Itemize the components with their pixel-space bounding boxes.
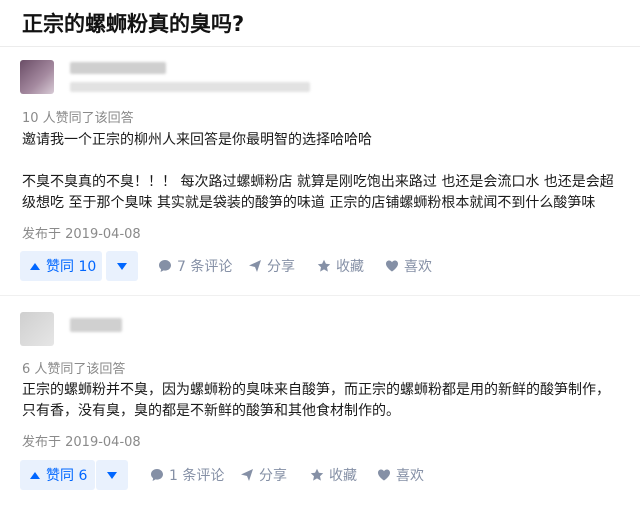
favorite-button[interactable]: 收藏	[310, 460, 357, 490]
upvote-label: 赞同 10	[46, 259, 97, 275]
title-divider	[0, 46, 640, 47]
downvote-arrow-icon	[117, 262, 127, 270]
comment-button[interactable]: 1 条评论	[150, 460, 224, 490]
downvote-button[interactable]	[106, 251, 138, 281]
publish-date[interactable]: 发布于 2019-04-08	[22, 223, 141, 242]
star-icon	[310, 468, 324, 481]
upvote-button[interactable]: 赞同 6	[20, 460, 95, 490]
comment-count: 1 条评论	[169, 468, 225, 484]
question-title[interactable]: 正宗的螺蛳粉真的臭吗?	[22, 8, 244, 38]
star-icon	[317, 259, 331, 272]
share-button[interactable]: 分享	[248, 251, 295, 281]
upvote-arrow-icon	[30, 471, 40, 479]
upvote-button[interactable]: 赞同 10	[20, 251, 102, 281]
upvote-arrow-icon	[30, 262, 40, 270]
author-name-blurred[interactable]	[70, 62, 166, 74]
author-avatar[interactable]	[20, 312, 54, 346]
share-button[interactable]: 分享	[240, 460, 287, 490]
comment-icon	[159, 260, 171, 272]
publish-date[interactable]: 发布于 2019-04-08	[22, 431, 141, 450]
share-label: 分享	[259, 468, 287, 484]
upvote-count-text: 6 人赞同了该回答	[22, 362, 126, 377]
favorite-label: 收藏	[336, 259, 364, 275]
comment-icon	[151, 469, 163, 481]
share-icon	[249, 260, 261, 272]
author-name-blurred[interactable]	[70, 318, 122, 332]
heart-icon	[378, 469, 390, 481]
like-label: 喜欢	[396, 468, 424, 484]
share-label: 分享	[267, 259, 295, 275]
like-button[interactable]: 喜欢	[385, 251, 432, 281]
heart-icon	[386, 260, 398, 272]
like-button[interactable]: 喜欢	[377, 460, 424, 490]
favorite-button[interactable]: 收藏	[317, 251, 364, 281]
author-avatar[interactable]	[20, 60, 54, 94]
answer-divider	[0, 295, 640, 296]
upvote-count-text: 10 人赞同了该回答	[22, 111, 134, 126]
favorite-label: 收藏	[329, 468, 357, 484]
downvote-arrow-icon	[107, 471, 117, 479]
answer-paragraph: 不臭不臭真的不臭！！！ 每次路过螺蛳粉店 就算是刚吃饱出来路过 也还是会流口水 …	[22, 174, 614, 211]
answer-paragraph: 正宗的螺蛳粉并不臭，因为螺蛳粉的臭味来自酸笋，而正宗的螺蛳粉都是用的新鲜的酸笋制…	[22, 382, 610, 419]
upvote-label: 赞同 6	[46, 468, 88, 484]
answer-paragraph: 邀请我一个正宗的柳州人来回答是你最明智的选择哈哈哈	[22, 132, 372, 148]
like-label: 喜欢	[404, 259, 432, 275]
downvote-button[interactable]	[96, 460, 128, 490]
author-bio-blurred	[70, 82, 310, 92]
comment-button[interactable]: 7 条评论	[158, 251, 232, 281]
comment-count: 7 条评论	[177, 259, 233, 275]
share-icon	[241, 469, 253, 481]
